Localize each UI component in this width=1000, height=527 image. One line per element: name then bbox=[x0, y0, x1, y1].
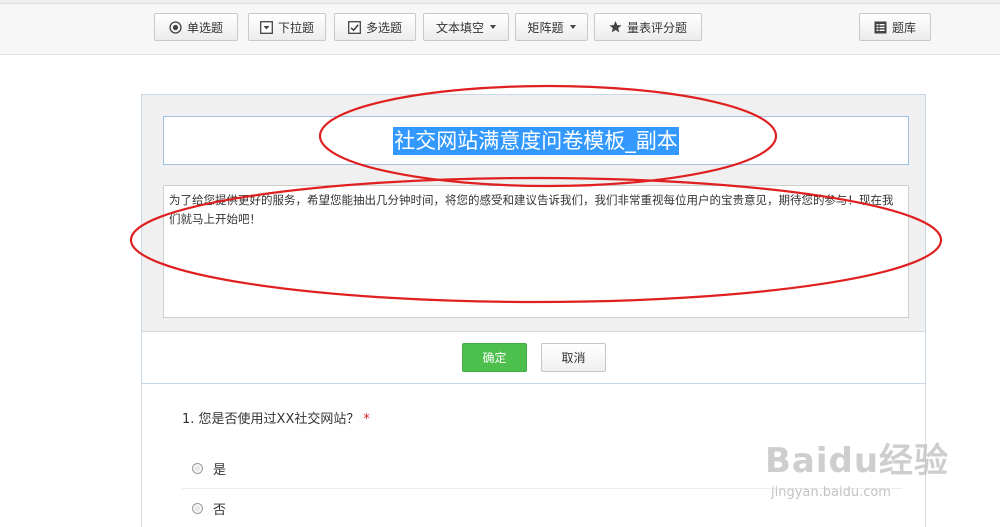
question-bank-label: 题库 bbox=[891, 20, 916, 35]
question-title: 1. 您是否使用过XX社交网站？ * bbox=[182, 408, 370, 427]
question-card: 1. 您是否使用过XX社交网站？ * 是 否 bbox=[141, 384, 926, 527]
single-choice-label: 单选题 bbox=[186, 20, 223, 35]
survey-title-input[interactable]: 社交网站满意度问卷模板_副本 bbox=[163, 116, 909, 165]
survey-title-selected-text: 社交网站满意度问卷模板_副本 bbox=[393, 126, 679, 155]
star-icon bbox=[609, 21, 622, 34]
multi-choice-label: 多选题 bbox=[365, 20, 402, 35]
dropdown-question-label: 下拉题 bbox=[277, 20, 314, 35]
option-label: 否 bbox=[213, 502, 227, 518]
rating-scale-label: 量表评分题 bbox=[626, 20, 687, 35]
chevron-down-icon bbox=[569, 25, 576, 29]
rating-scale-button[interactable]: 量表评分题 bbox=[594, 13, 702, 41]
question-type-toolbar: 单选题 下拉题 多选题 文本填空 矩阵题 量表评分题 题库 bbox=[0, 0, 1000, 55]
radio-button[interactable] bbox=[192, 462, 203, 474]
checkbox-icon bbox=[348, 20, 361, 34]
question-bank-button[interactable]: 题库 bbox=[859, 13, 931, 41]
option-label: 是 bbox=[213, 462, 227, 478]
radio-icon bbox=[169, 20, 182, 34]
survey-header-editor: 社交网站满意度问卷模板_副本 为了给您提供更好的服务，希望您能抽出几分钟时间，将… bbox=[141, 94, 926, 384]
matrix-question-label: 矩阵题 bbox=[527, 20, 564, 35]
option-no[interactable]: 否 bbox=[192, 497, 892, 519]
list-icon bbox=[874, 21, 887, 34]
multi-choice-button[interactable]: 多选题 bbox=[334, 13, 416, 41]
survey-description-textarea[interactable]: 为了给您提供更好的服务，希望您能抽出几分钟时间，将您的感受和建议告诉我们，我们非… bbox=[163, 185, 909, 318]
cancel-button[interactable]: 取消 bbox=[541, 343, 606, 372]
single-choice-button[interactable]: 单选题 bbox=[154, 13, 238, 41]
required-mark: * bbox=[363, 412, 370, 427]
chevron-down-icon bbox=[490, 25, 496, 29]
text-fill-label: 文本填空 bbox=[435, 20, 484, 35]
option-divider bbox=[182, 488, 902, 489]
matrix-question-button[interactable]: 矩阵题 bbox=[515, 13, 588, 41]
text-fill-button[interactable]: 文本填空 bbox=[423, 13, 509, 41]
question-title-text: 1. 您是否使用过XX社交网站？ bbox=[182, 412, 360, 427]
radio-button[interactable] bbox=[192, 502, 203, 514]
browser-tab-strip bbox=[0, 0, 1000, 4]
dropdown-box-icon bbox=[260, 20, 273, 34]
confirm-button[interactable]: 确定 bbox=[462, 343, 527, 372]
dropdown-question-button[interactable]: 下拉题 bbox=[248, 13, 326, 41]
option-yes[interactable]: 是 bbox=[192, 457, 892, 479]
